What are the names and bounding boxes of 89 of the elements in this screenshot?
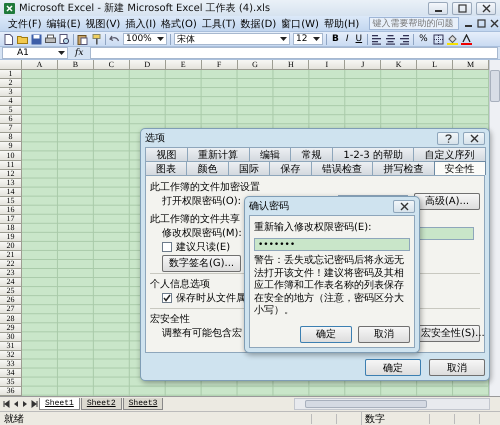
- column-header[interactable]: E: [166, 60, 202, 70]
- tab[interactable]: 常规: [290, 147, 333, 161]
- row-header[interactable]: 6: [0, 115, 22, 124]
- advanced-button[interactable]: 高级(A)...: [414, 192, 480, 210]
- dialog-title: 选项: [145, 132, 165, 145]
- tab[interactable]: 错误检查: [310, 161, 374, 175]
- macro-description: 调整有可能包含宏: [162, 326, 242, 340]
- section-heading: 此工作簿的文件加密设置: [150, 180, 260, 194]
- field-label: 重新输入修改权限密码(E):: [254, 220, 372, 234]
- tab[interactable]: 自定义序列: [413, 147, 486, 161]
- menu-item[interactable]: 格式(O): [161, 16, 197, 30]
- password-field[interactable]: •••••••: [254, 238, 410, 251]
- tab[interactable]: 重新计算: [186, 147, 250, 161]
- underline-button[interactable]: U: [354, 33, 364, 45]
- row-header[interactable]: 9: [0, 142, 22, 152]
- sheet-tab[interactable]: Sheet3: [122, 398, 164, 410]
- tab[interactable]: 编辑: [248, 147, 292, 161]
- column-header[interactable]: H: [273, 60, 310, 70]
- row-header[interactable]: 26: [0, 296, 22, 306]
- row-header[interactable]: 28: [0, 314, 22, 324]
- tab[interactable]: 视图: [145, 147, 188, 161]
- tab[interactable]: 1-2-3 的帮助: [332, 147, 414, 161]
- window-title: Microsoft Excel - 新建 Microsoft Excel 工作表 (4).xls: [19, 2, 270, 15]
- sheet-tab[interactable]: Sheet1: [39, 398, 80, 410]
- help-search-field[interactable]: 键入需要帮助的问题: [369, 17, 460, 30]
- column-header[interactable]: G: [238, 60, 274, 70]
- status-text: 就绪: [4, 412, 24, 425]
- status-mode: 数字: [361, 412, 425, 425]
- row-header[interactable]: 4: [0, 97, 22, 106]
- menu-item[interactable]: 编辑(E): [46, 16, 81, 30]
- section-heading: 宏安全性: [150, 312, 190, 326]
- tab[interactable]: 颜色: [186, 161, 229, 175]
- menu-item[interactable]: 数据(D): [240, 16, 276, 30]
- font-size-dropdown[interactable]: 12: [293, 33, 323, 45]
- menu-item[interactable]: 窗口(W): [281, 16, 319, 30]
- italic-button[interactable]: I: [344, 33, 351, 45]
- column-header[interactable]: J: [345, 60, 382, 70]
- column-header[interactable]: I: [309, 60, 346, 70]
- checkbox-label: 建议只读(E): [176, 240, 230, 254]
- sheet-tab[interactable]: Sheet2: [80, 398, 122, 410]
- cancel-button[interactable]: 取消: [358, 326, 410, 342]
- ok-button[interactable]: 确定: [365, 359, 421, 376]
- row-header[interactable]: 23: [0, 269, 22, 278]
- row-header[interactable]: 5: [0, 106, 22, 116]
- tab[interactable]: 国际: [228, 161, 270, 175]
- tab[interactable]: 保存: [269, 161, 312, 175]
- tab[interactable]: 安全性: [434, 161, 486, 175]
- column-header[interactable]: B: [58, 60, 94, 70]
- row-header[interactable]: 7: [0, 124, 22, 134]
- column-header[interactable]: F: [202, 60, 238, 70]
- insert-function-button[interactable]: fx: [72, 48, 86, 58]
- percent-button[interactable]: %: [417, 33, 430, 45]
- row-header[interactable]: 21: [0, 251, 22, 260]
- name-box[interactable]: A1: [2, 47, 68, 59]
- section-heading: 个人信息选项: [150, 278, 210, 291]
- row-header[interactable]: 1: [0, 70, 22, 80]
- tab[interactable]: 拼写检查: [372, 161, 435, 175]
- menu-item[interactable]: 插入(I): [125, 16, 156, 30]
- row-header[interactable]: 10: [0, 151, 22, 161]
- column-header[interactable]: K: [381, 60, 418, 70]
- column-header[interactable]: M: [453, 60, 489, 70]
- menu-item[interactable]: 工具(T): [202, 16, 236, 30]
- tab[interactable]: 图表: [145, 161, 188, 175]
- row-header[interactable]: 20: [0, 242, 22, 252]
- row-header[interactable]: 24: [0, 278, 22, 288]
- row-header[interactable]: 25: [0, 287, 22, 296]
- digital-signature-button[interactable]: 数字签名(G)...: [162, 254, 242, 272]
- row-header[interactable]: 2: [0, 79, 22, 88]
- column-header[interactable]: L: [417, 60, 454, 70]
- menu-item[interactable]: 帮助(H): [324, 16, 360, 30]
- ok-button[interactable]: 确定: [300, 326, 352, 342]
- column-header[interactable]: C: [94, 60, 130, 70]
- cancel-button[interactable]: 取消: [429, 359, 485, 376]
- row-header[interactable]: 3: [0, 88, 22, 98]
- section-heading: 此工作簿的文件共享: [150, 212, 240, 226]
- warning-text: 警告：丢失或忘记密码后将永远无法打开该文件！建议将密码及其相应工作簿和工作表名称的列表保存在安全的地方（注意，密码区分大小写）。: [254, 255, 405, 318]
- zoom-dropdown[interactable]: 100%: [123, 33, 167, 45]
- bold-button[interactable]: B: [330, 33, 341, 45]
- field-label: 修改权限密码(M):: [162, 226, 242, 240]
- menu-item[interactable]: 文件(F): [8, 16, 42, 30]
- menu-item[interactable]: 视图(V): [86, 16, 120, 30]
- dialog-title: 确认密码: [249, 200, 289, 213]
- row-header[interactable]: 22: [0, 260, 22, 270]
- font-dropdown[interactable]: 宋体: [174, 33, 290, 45]
- column-header[interactable]: A: [22, 60, 58, 70]
- column-header[interactable]: D: [130, 60, 166, 70]
- row-header[interactable]: 8: [0, 133, 22, 142]
- field-label: 打开权限密码(O):: [162, 194, 242, 208]
- row-header[interactable]: 27: [0, 305, 22, 314]
